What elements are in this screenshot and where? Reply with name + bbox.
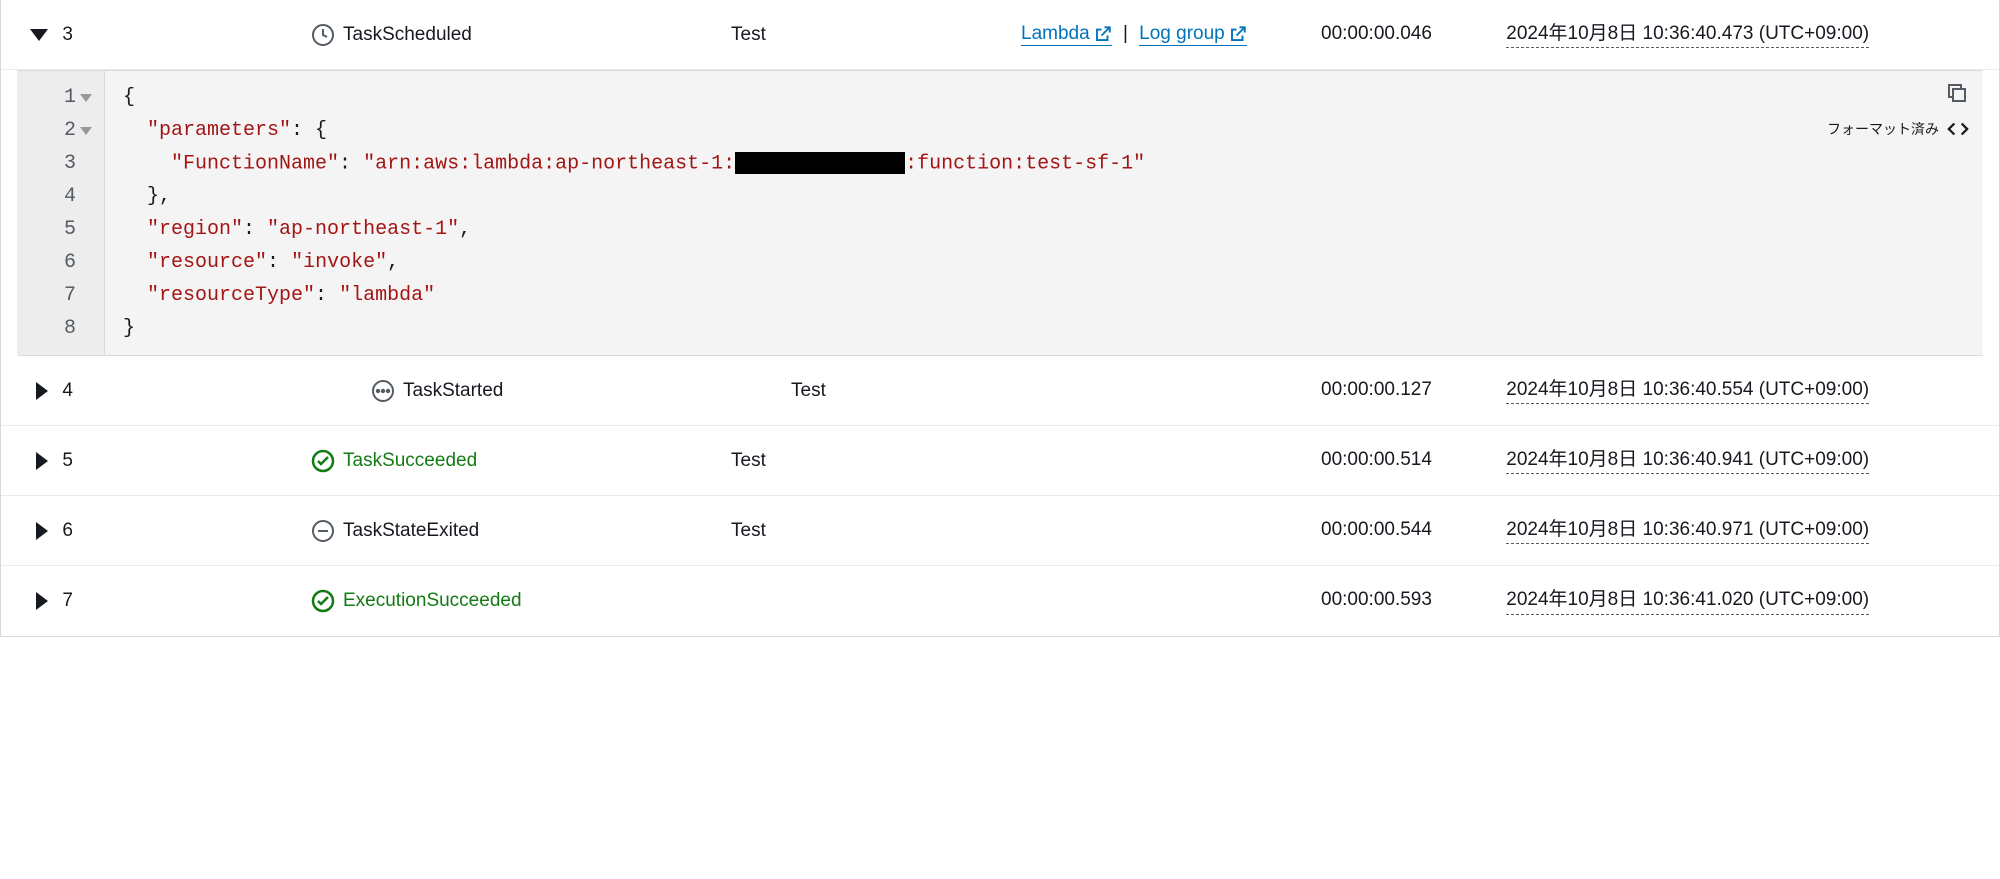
copy-icon (1945, 81, 1969, 105)
event-step: Test (731, 380, 1021, 402)
expand-icon[interactable] (36, 592, 48, 610)
row-index: 4 (62, 380, 73, 402)
expand-icon[interactable] (36, 522, 48, 540)
fold-icon[interactable] (80, 94, 92, 102)
event-type-label: TaskStarted (403, 380, 503, 402)
event-row[interactable]: 3 TaskScheduled Test Lambda | Log group … (1, 0, 1999, 70)
fold-icon[interactable] (80, 127, 92, 135)
clock-icon (311, 23, 335, 47)
event-duration: 00:00:00.544 (1321, 519, 1501, 541)
event-history-table: 3 TaskScheduled Test Lambda | Log group … (0, 0, 2000, 637)
event-type: TaskStateExited (311, 519, 731, 543)
expand-icon[interactable] (36, 452, 48, 470)
copy-button[interactable] (1945, 81, 1969, 108)
event-duration: 00:00:00.127 (1321, 379, 1501, 401)
event-type-label: ExecutionSucceeded (343, 590, 522, 612)
event-row[interactable]: 7 ExecutionSucceeded 00:00:00.593 2024年1… (1, 566, 1999, 636)
row-index: 3 (62, 24, 73, 46)
event-resource-links: Lambda | Log group (1021, 23, 1321, 46)
lambda-link[interactable]: Lambda (1021, 23, 1112, 46)
event-row[interactable]: 4 TaskStarted Test 00:00:00.127 2024年10月… (1, 356, 1999, 426)
event-step: Test (731, 24, 1021, 46)
collapse-icon[interactable] (30, 29, 48, 41)
ellipsis-icon (371, 379, 395, 403)
event-timestamp: 2024年10月8日 10:36:40.941 (UTC+09:00) (1506, 447, 1869, 475)
event-duration: 00:00:00.046 (1321, 23, 1501, 45)
code-icon (1947, 118, 1969, 140)
event-type: TaskStarted (311, 379, 731, 403)
external-link-icon (1094, 25, 1112, 43)
event-type: TaskSucceeded (311, 449, 731, 473)
format-toggle[interactable]: フォーマット済み (1827, 118, 1969, 140)
event-type-label: TaskScheduled (343, 24, 472, 46)
row-index: 5 (62, 450, 73, 472)
event-type: TaskScheduled (311, 23, 731, 47)
log-group-link[interactable]: Log group (1139, 23, 1247, 46)
expand-icon[interactable] (36, 382, 48, 400)
event-step: Test (731, 520, 1021, 542)
code-gutter: 1 2 3 4 5 6 7 8 (17, 71, 105, 355)
event-timestamp: 2024年10月8日 10:36:40.473 (UTC+09:00) (1506, 21, 1869, 49)
code-body[interactable]: { "parameters": { "FunctionName": "arn:a… (105, 71, 1983, 355)
external-link-icon (1229, 25, 1247, 43)
row-index: 6 (62, 520, 73, 542)
event-step: Test (731, 450, 1021, 472)
event-timestamp: 2024年10月8日 10:36:40.554 (UTC+09:00) (1506, 377, 1869, 405)
event-duration: 00:00:00.593 (1321, 589, 1501, 611)
event-row[interactable]: 5 TaskSucceeded Test 00:00:00.514 2024年1… (1, 426, 1999, 496)
minus-circle-icon (311, 519, 335, 543)
check-circle-icon (311, 449, 335, 473)
event-detail-json: フォーマット済み 1 2 3 4 5 6 7 8 { "parameters":… (17, 70, 1983, 356)
event-row[interactable]: 6 TaskStateExited Test 00:00:00.544 2024… (1, 496, 1999, 566)
redacted-account-id (735, 152, 905, 174)
check-circle-icon (311, 589, 335, 613)
row-index: 7 (62, 590, 73, 612)
event-type: ExecutionSucceeded (311, 589, 731, 613)
event-timestamp: 2024年10月8日 10:36:40.971 (UTC+09:00) (1506, 517, 1869, 545)
event-duration: 00:00:00.514 (1321, 449, 1501, 471)
event-type-label: TaskSucceeded (343, 450, 477, 472)
event-type-label: TaskStateExited (343, 520, 479, 542)
event-timestamp: 2024年10月8日 10:36:41.020 (UTC+09:00) (1506, 587, 1869, 615)
link-separator: | (1123, 23, 1128, 44)
